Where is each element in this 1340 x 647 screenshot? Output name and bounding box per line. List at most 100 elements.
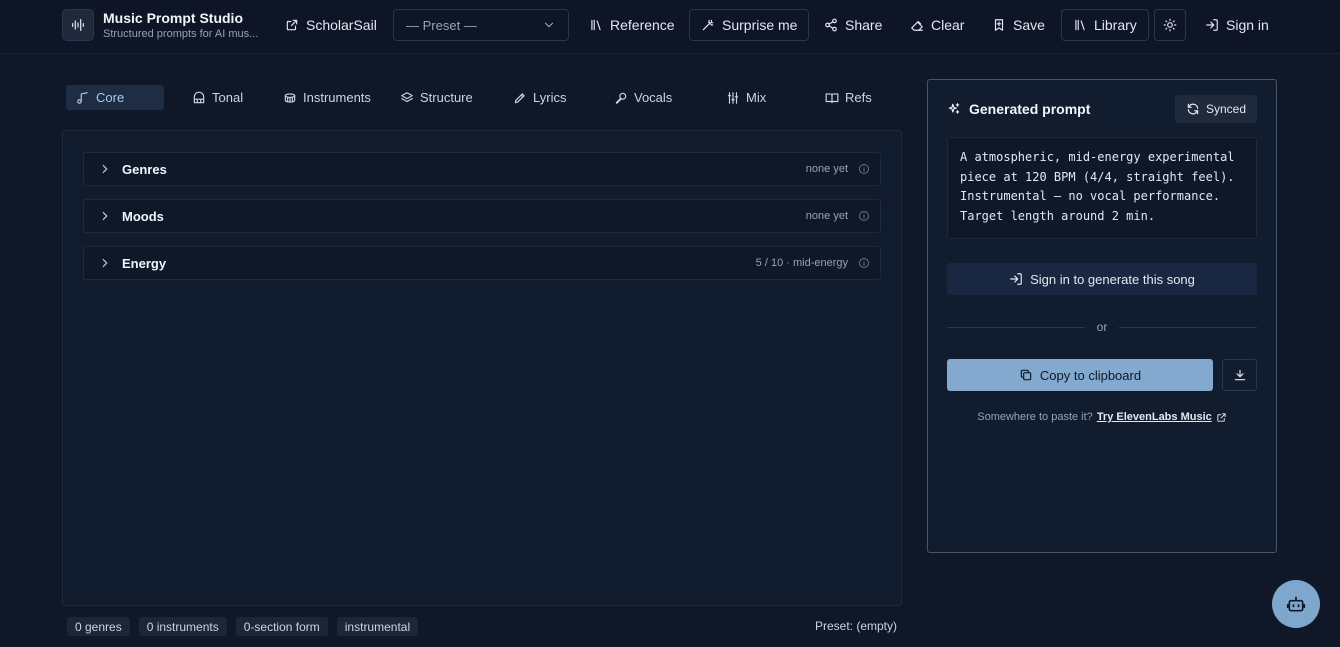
copy-icon xyxy=(1020,369,1032,381)
tab-tonal[interactable]: Tonal xyxy=(182,85,253,110)
chevron-right-icon xyxy=(102,211,108,221)
tab-core-label: Core xyxy=(96,90,125,105)
download-button[interactable] xyxy=(1222,359,1257,391)
external-link-icon xyxy=(286,19,298,31)
sun-icon xyxy=(1163,18,1177,32)
generated-prompt-panel: Generated prompt Synced A atmospheric, m… xyxy=(927,79,1277,553)
layers-icon xyxy=(401,91,413,102)
waveform-logo-icon xyxy=(62,9,94,41)
save-label: Save xyxy=(1013,17,1045,33)
tab-vocals-label: Vocals xyxy=(634,90,673,105)
preset-status: Preset: (empty) xyxy=(814,619,897,633)
tab-structure[interactable]: Structure xyxy=(390,85,483,110)
sliders-icon xyxy=(727,91,739,104)
chip-genres: 0 genres xyxy=(67,617,130,636)
share-button[interactable]: Share xyxy=(813,9,893,41)
share-icon xyxy=(825,18,837,32)
tab-instruments-label: Instruments xyxy=(303,90,371,105)
tab-structure-label: Structure xyxy=(420,90,473,105)
microphone-icon xyxy=(615,92,627,104)
sign-in-label: Sign in xyxy=(1226,17,1269,33)
chevron-right-icon xyxy=(102,258,108,268)
sign-in-icon xyxy=(1010,273,1022,285)
clear-button[interactable]: Clear xyxy=(899,9,975,41)
tab-lyrics[interactable]: Lyrics xyxy=(503,85,576,110)
paste-hint-text: Somewhere to paste it? xyxy=(977,411,1093,423)
app-title: Music Prompt Studio xyxy=(103,9,243,26)
eraser-icon xyxy=(911,20,923,31)
external-link-icon xyxy=(1217,412,1226,422)
top-header: Music Prompt Studio Structured prompts f… xyxy=(0,0,1340,54)
tab-core[interactable]: Core xyxy=(66,85,164,110)
accordion-title: Genres xyxy=(122,161,167,177)
chip-vocal-mode: instrumental xyxy=(336,617,419,636)
section-tabs: Core Tonal Instruments Structure Lyrics … xyxy=(62,85,902,111)
chip-instruments: 0 instruments xyxy=(138,617,227,636)
magic-wand-icon xyxy=(702,19,714,31)
prompt-output[interactable]: A atmospheric, mid-energy experimental p… xyxy=(947,137,1257,239)
accordion-status: 5 / 10 · mid-energy xyxy=(755,257,848,269)
copy-to-clipboard-button[interactable]: Copy to clipboard xyxy=(947,359,1213,391)
elevenlabs-link[interactable]: Try ElevenLabs Music xyxy=(1097,411,1212,423)
pen-icon xyxy=(514,92,525,103)
prompt-line: A atmospheric, mid-energy experimental xyxy=(960,150,1235,164)
book-icon xyxy=(825,92,839,103)
accordion-energy[interactable]: Energy 5 / 10 · mid-energy xyxy=(83,246,881,280)
tab-refs-label: Refs xyxy=(845,90,872,105)
scholarsail-label: ScholarSail xyxy=(306,17,377,33)
reference-button[interactable]: Reference xyxy=(578,9,686,41)
library-icon xyxy=(591,19,601,31)
accordion-title: Energy xyxy=(122,255,167,271)
tab-vocals[interactable]: Vocals xyxy=(604,85,682,110)
bookmark-icon xyxy=(994,19,1004,31)
library-button[interactable]: Library xyxy=(1061,9,1149,41)
accordion-status: none yet xyxy=(805,163,848,175)
library-icon xyxy=(1075,19,1085,31)
save-button[interactable]: Save xyxy=(981,9,1056,41)
or-label: or xyxy=(1096,320,1108,334)
app-subtitle: Structured prompts for AI mus... xyxy=(103,27,259,40)
tab-refs[interactable]: Refs xyxy=(815,85,882,110)
scholarsail-link[interactable]: ScholarSail xyxy=(274,9,388,41)
preset-select[interactable]: — Preset — xyxy=(393,9,569,41)
accordion-genres[interactable]: Genres none yet xyxy=(83,152,881,186)
reference-label: Reference xyxy=(610,17,675,33)
surprise-me-button[interactable]: Surprise me xyxy=(689,9,810,41)
generated-prompt-title: Generated prompt xyxy=(969,101,1091,117)
synced-label: Synced xyxy=(1205,102,1246,116)
assistant-bot-button[interactable] xyxy=(1272,580,1320,628)
sign-in-button[interactable]: Sign in xyxy=(1194,9,1280,41)
preset-select-value: — Preset — xyxy=(406,17,477,33)
surprise-me-label: Surprise me xyxy=(722,17,798,33)
summary-chips: 0 genres 0 instruments 0-section form in… xyxy=(67,617,419,636)
tab-mix[interactable]: Mix xyxy=(716,85,776,110)
brand[interactable]: Music Prompt Studio Structured prompts f… xyxy=(62,9,263,41)
share-label: Share xyxy=(845,17,883,33)
refresh-icon xyxy=(1187,103,1199,115)
theme-toggle-button[interactable] xyxy=(1154,9,1186,41)
piano-icon xyxy=(193,91,205,103)
prompt-line: Target length around 2 min. xyxy=(960,208,1156,223)
library-label: Library xyxy=(1094,17,1137,33)
prompt-line: Instrumental — no vocal performance. xyxy=(960,189,1221,203)
generated-prompt-heading: Generated prompt xyxy=(947,101,1090,117)
accordion-moods[interactable]: Moods none yet xyxy=(83,199,881,233)
tab-tonal-label: Tonal xyxy=(212,90,244,105)
or-divider: or xyxy=(947,319,1258,335)
tab-instruments[interactable]: Instruments xyxy=(273,85,381,110)
music-note-icon xyxy=(77,91,88,104)
copy-label: Copy to clipboard xyxy=(1039,367,1142,383)
info-icon[interactable] xyxy=(858,210,870,222)
download-icon xyxy=(1234,369,1245,381)
synced-button[interactable]: Synced xyxy=(1174,95,1257,123)
sign-in-to-generate-button[interactable]: Sign in to generate this song xyxy=(947,263,1257,295)
robot-icon xyxy=(1286,596,1306,612)
drum-icon xyxy=(284,92,296,103)
sparkles-icon xyxy=(948,103,960,114)
core-panel: Genres none yet Moods none yet Energy 5 … xyxy=(62,130,902,606)
info-icon[interactable] xyxy=(858,257,870,269)
clear-label: Clear xyxy=(931,17,965,33)
tab-mix-label: Mix xyxy=(746,90,767,105)
info-icon[interactable] xyxy=(858,163,870,175)
accordion-title: Moods xyxy=(122,208,164,224)
